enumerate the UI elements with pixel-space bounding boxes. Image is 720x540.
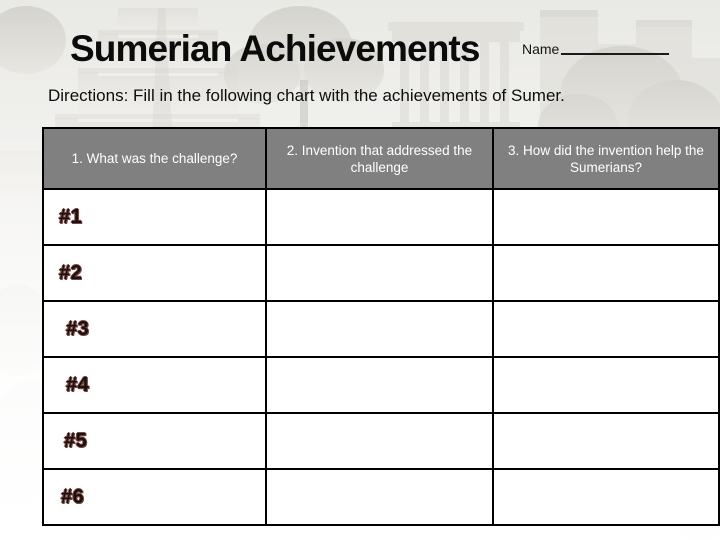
table-row: #6 bbox=[42, 468, 720, 526]
cell-challenge[interactable]: #4 bbox=[42, 356, 267, 414]
achievements-chart: 1. What was the challenge? 2. Invention … bbox=[42, 127, 720, 526]
cell-invention[interactable] bbox=[265, 244, 494, 302]
cell-help[interactable] bbox=[492, 244, 720, 302]
cell-invention[interactable] bbox=[265, 412, 494, 470]
row-label: #2 bbox=[59, 261, 83, 284]
cell-invention[interactable] bbox=[265, 300, 494, 358]
cell-challenge[interactable]: #3 bbox=[42, 300, 267, 358]
table-row: #3 bbox=[42, 300, 720, 358]
table-row: #2 bbox=[42, 244, 720, 302]
cell-invention[interactable] bbox=[265, 468, 494, 526]
row-label: #5 bbox=[64, 429, 88, 452]
title-row: Sumerian Achievements Name bbox=[70, 27, 695, 75]
column-header-help: 3. How did the invention help the Sumeri… bbox=[492, 127, 720, 190]
column-header-invention: 2. Invention that addressed the challeng… bbox=[265, 127, 494, 190]
cell-invention[interactable] bbox=[265, 356, 494, 414]
cell-help[interactable] bbox=[492, 300, 720, 358]
cell-challenge[interactable]: #6 bbox=[42, 468, 267, 526]
worksheet-slide: Sumerian Achievements Name Directions: F… bbox=[0, 0, 720, 540]
cell-challenge[interactable]: #5 bbox=[42, 412, 267, 470]
row-label: #6 bbox=[61, 485, 85, 508]
row-label: #4 bbox=[66, 373, 90, 396]
directions-text: Directions: Fill in the following chart … bbox=[48, 86, 565, 105]
cell-challenge[interactable]: #2 bbox=[42, 244, 267, 302]
cell-help[interactable] bbox=[492, 188, 720, 246]
table-row: #5 bbox=[42, 412, 720, 470]
name-field-block: Name bbox=[522, 40, 670, 58]
row-label: #1 bbox=[59, 205, 83, 228]
table-row: #1 bbox=[42, 188, 720, 246]
table-header-row: 1. What was the challenge? 2. Invention … bbox=[42, 127, 720, 190]
page-title: Sumerian Achievements bbox=[70, 28, 480, 69]
cell-help[interactable] bbox=[492, 468, 720, 526]
column-header-challenge: 1. What was the challenge? bbox=[42, 127, 267, 190]
cell-help[interactable] bbox=[492, 412, 720, 470]
name-label: Name bbox=[522, 41, 560, 57]
cell-help[interactable] bbox=[492, 356, 720, 414]
cell-invention[interactable] bbox=[265, 188, 494, 246]
row-label: #3 bbox=[66, 317, 90, 340]
name-write-in-line[interactable] bbox=[561, 53, 670, 55]
table-row: #4 bbox=[42, 356, 720, 414]
cell-challenge[interactable]: #1 bbox=[42, 188, 267, 246]
